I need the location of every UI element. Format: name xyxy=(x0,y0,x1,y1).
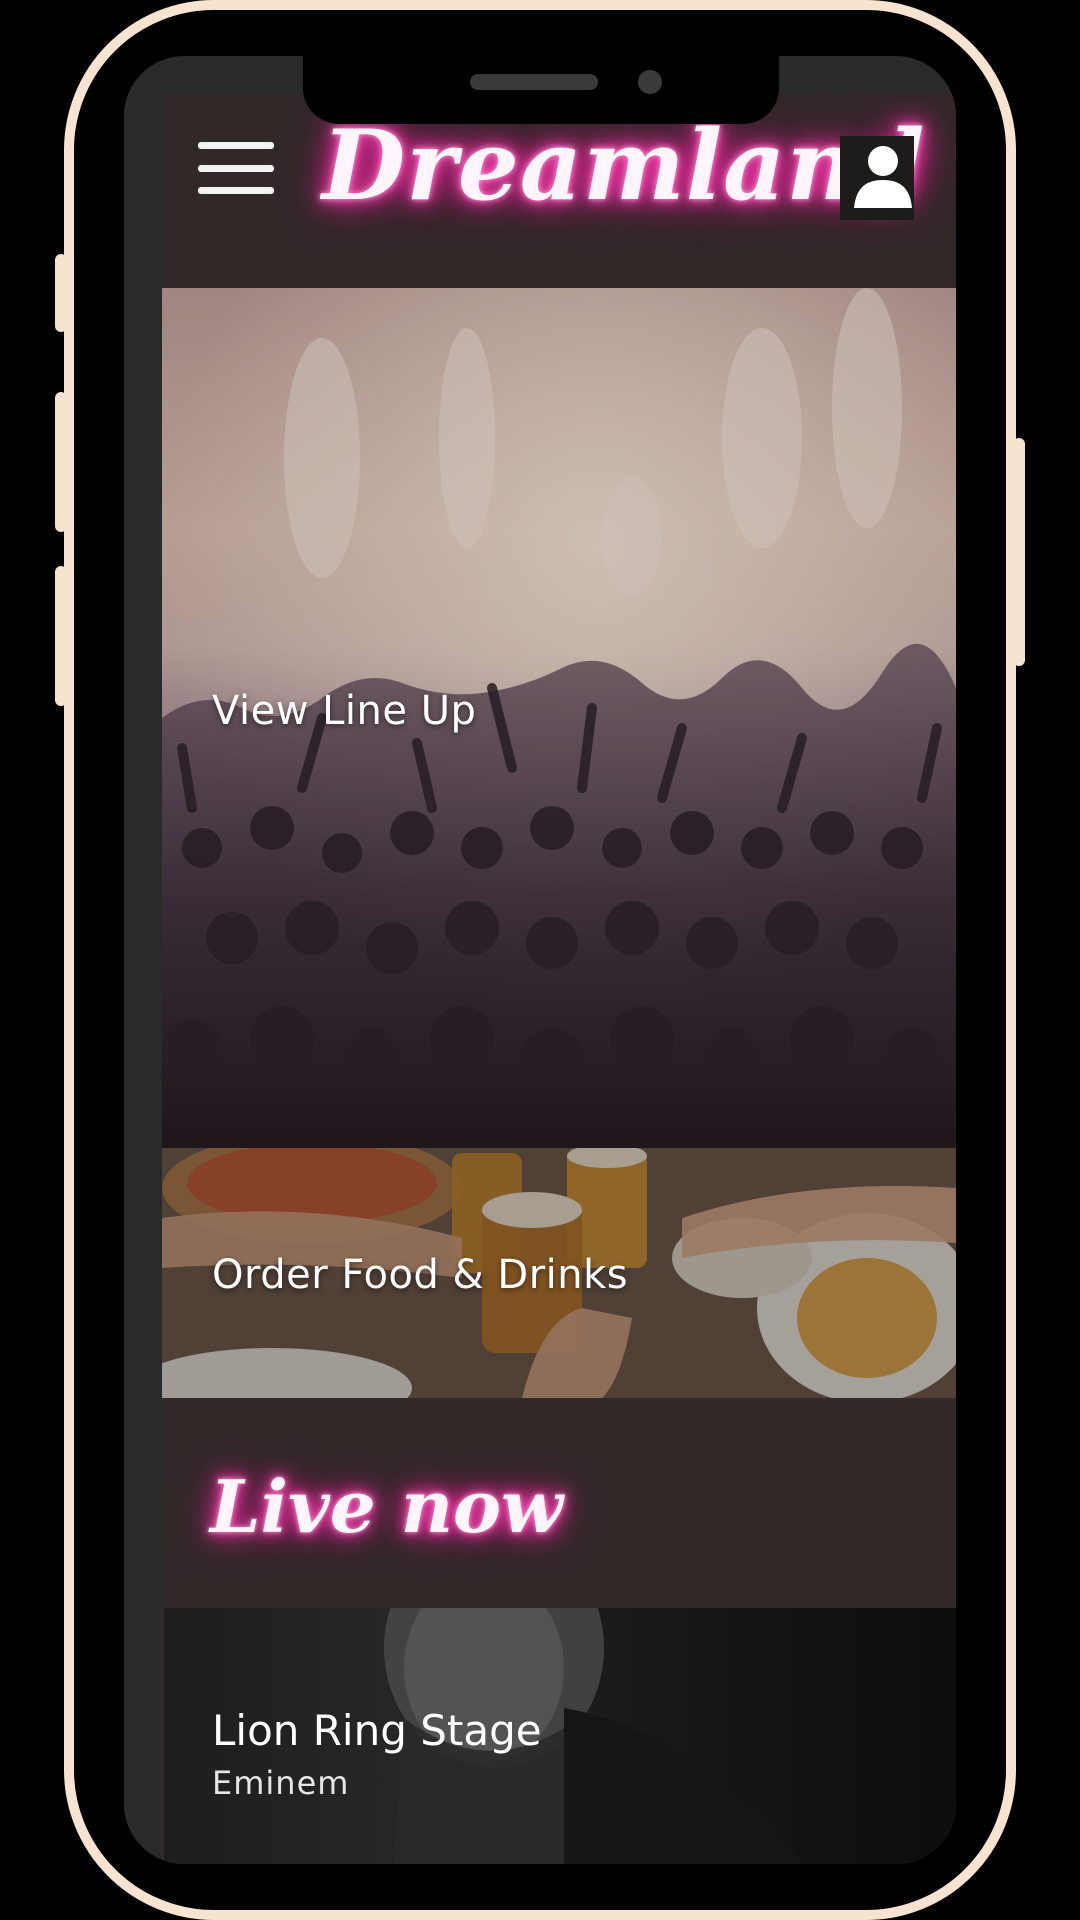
order-food-drinks-label: Order Food & Drinks xyxy=(212,1252,629,1298)
phone-camera xyxy=(638,70,662,94)
artist-name: Eminem xyxy=(212,1764,350,1802)
view-lineup-label: View Line Up xyxy=(212,688,477,734)
phone-side-button-silent xyxy=(55,254,67,332)
phone-side-button-volume-down xyxy=(55,566,67,706)
phone-side-button-volume-up xyxy=(55,392,67,532)
phone-screen: Dreamland View Line Up Order Food & Drin… xyxy=(124,56,956,1864)
app-content: Dreamland View Line Up Order Food & Drin… xyxy=(162,94,956,1864)
phone-side-button-power xyxy=(1013,438,1025,666)
live-stage-card[interactable]: Lion Ring Stage Eminem xyxy=(164,1608,956,1864)
order-food-drinks-tile[interactable]: Order Food & Drinks xyxy=(162,1148,956,1398)
user-icon xyxy=(854,146,912,208)
user-account-button[interactable] xyxy=(840,136,914,220)
live-now-section: Live now xyxy=(162,1398,956,1608)
phone-speaker xyxy=(470,74,598,90)
live-now-heading: Live now xyxy=(210,1464,564,1549)
stage-name: Lion Ring Stage xyxy=(212,1706,542,1755)
app-logo: Dreamland xyxy=(322,109,926,222)
hamburger-menu-icon[interactable] xyxy=(198,142,274,194)
view-lineup-tile[interactable]: View Line Up xyxy=(162,288,956,1148)
